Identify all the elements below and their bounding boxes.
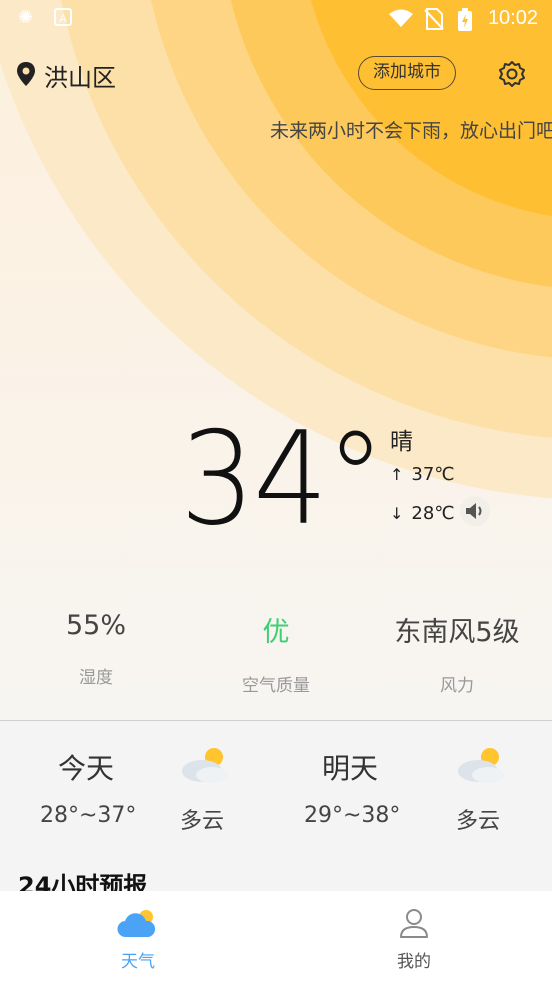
high-temp: ↑ 37℃: [390, 464, 455, 485]
air-quality-stat: 优 空气质量: [184, 610, 368, 696]
partly-cloudy-icon: [178, 745, 232, 789]
wifi-icon: [388, 8, 414, 33]
person-icon: [399, 907, 429, 943]
status-time: 10:02: [487, 7, 538, 29]
status-bar: ✺ A 10:02: [0, 0, 552, 36]
air-quality-label: 空气质量: [242, 676, 310, 696]
humidity-label: 湿度: [79, 668, 113, 688]
air-quality-value: 优: [262, 617, 290, 648]
rain-forecast-marquee: 未来两小时不会下雨，放心出门吧: [270, 120, 552, 142]
current-temperature: 34°: [180, 405, 385, 554]
settings-gear-icon[interactable]: [498, 60, 526, 92]
forecast-today-day: 今天: [58, 752, 115, 785]
location-selector[interactable]: 洪山区: [16, 58, 116, 93]
wind-label: 风力: [440, 676, 474, 696]
forecast-today-condition: 多云: [180, 809, 225, 834]
weather-cloud-icon: [116, 907, 158, 943]
brightness-icon: ✺: [18, 7, 34, 28]
svg-text:A: A: [59, 13, 67, 25]
humidity-value: 55%: [65, 610, 126, 641]
high-temp-value: 37℃: [411, 464, 455, 485]
tab-weather[interactable]: 天气: [0, 891, 276, 983]
speaker-icon[interactable]: [460, 496, 490, 526]
low-temp-value: 28℃: [411, 503, 455, 524]
location-label: 洪山区: [44, 64, 116, 92]
no-sim-icon: [424, 8, 444, 35]
tab-mine[interactable]: 我的: [276, 891, 552, 983]
low-temp: ↓ 28℃: [390, 503, 455, 524]
forecast-tomorrow-condition: 多云: [456, 809, 501, 834]
add-city-button[interactable]: 添加城市: [358, 56, 456, 90]
battery-charging-icon: [456, 8, 474, 37]
app-notification-icon: A: [54, 8, 72, 31]
arrow-up-icon: ↑: [390, 465, 404, 484]
forecast-tomorrow-day: 明天: [322, 752, 379, 785]
partly-cloudy-icon: [454, 745, 508, 789]
bottom-tab-bar: 天气 我的: [0, 891, 552, 983]
wind-value: 东南风5级: [394, 617, 520, 648]
forecast-tomorrow-range: 29°~38°: [304, 803, 401, 828]
tab-mine-label: 我的: [397, 952, 431, 972]
arrow-down-icon: ↓: [390, 504, 404, 523]
location-pin-icon: [16, 61, 36, 91]
current-condition: 晴: [390, 429, 413, 455]
forecast-today-range: 28°~37°: [40, 803, 137, 828]
humidity-stat: 55% 湿度: [4, 610, 188, 688]
tab-weather-label: 天气: [121, 952, 155, 972]
wind-stat: 东南风5级 风力: [365, 610, 549, 696]
